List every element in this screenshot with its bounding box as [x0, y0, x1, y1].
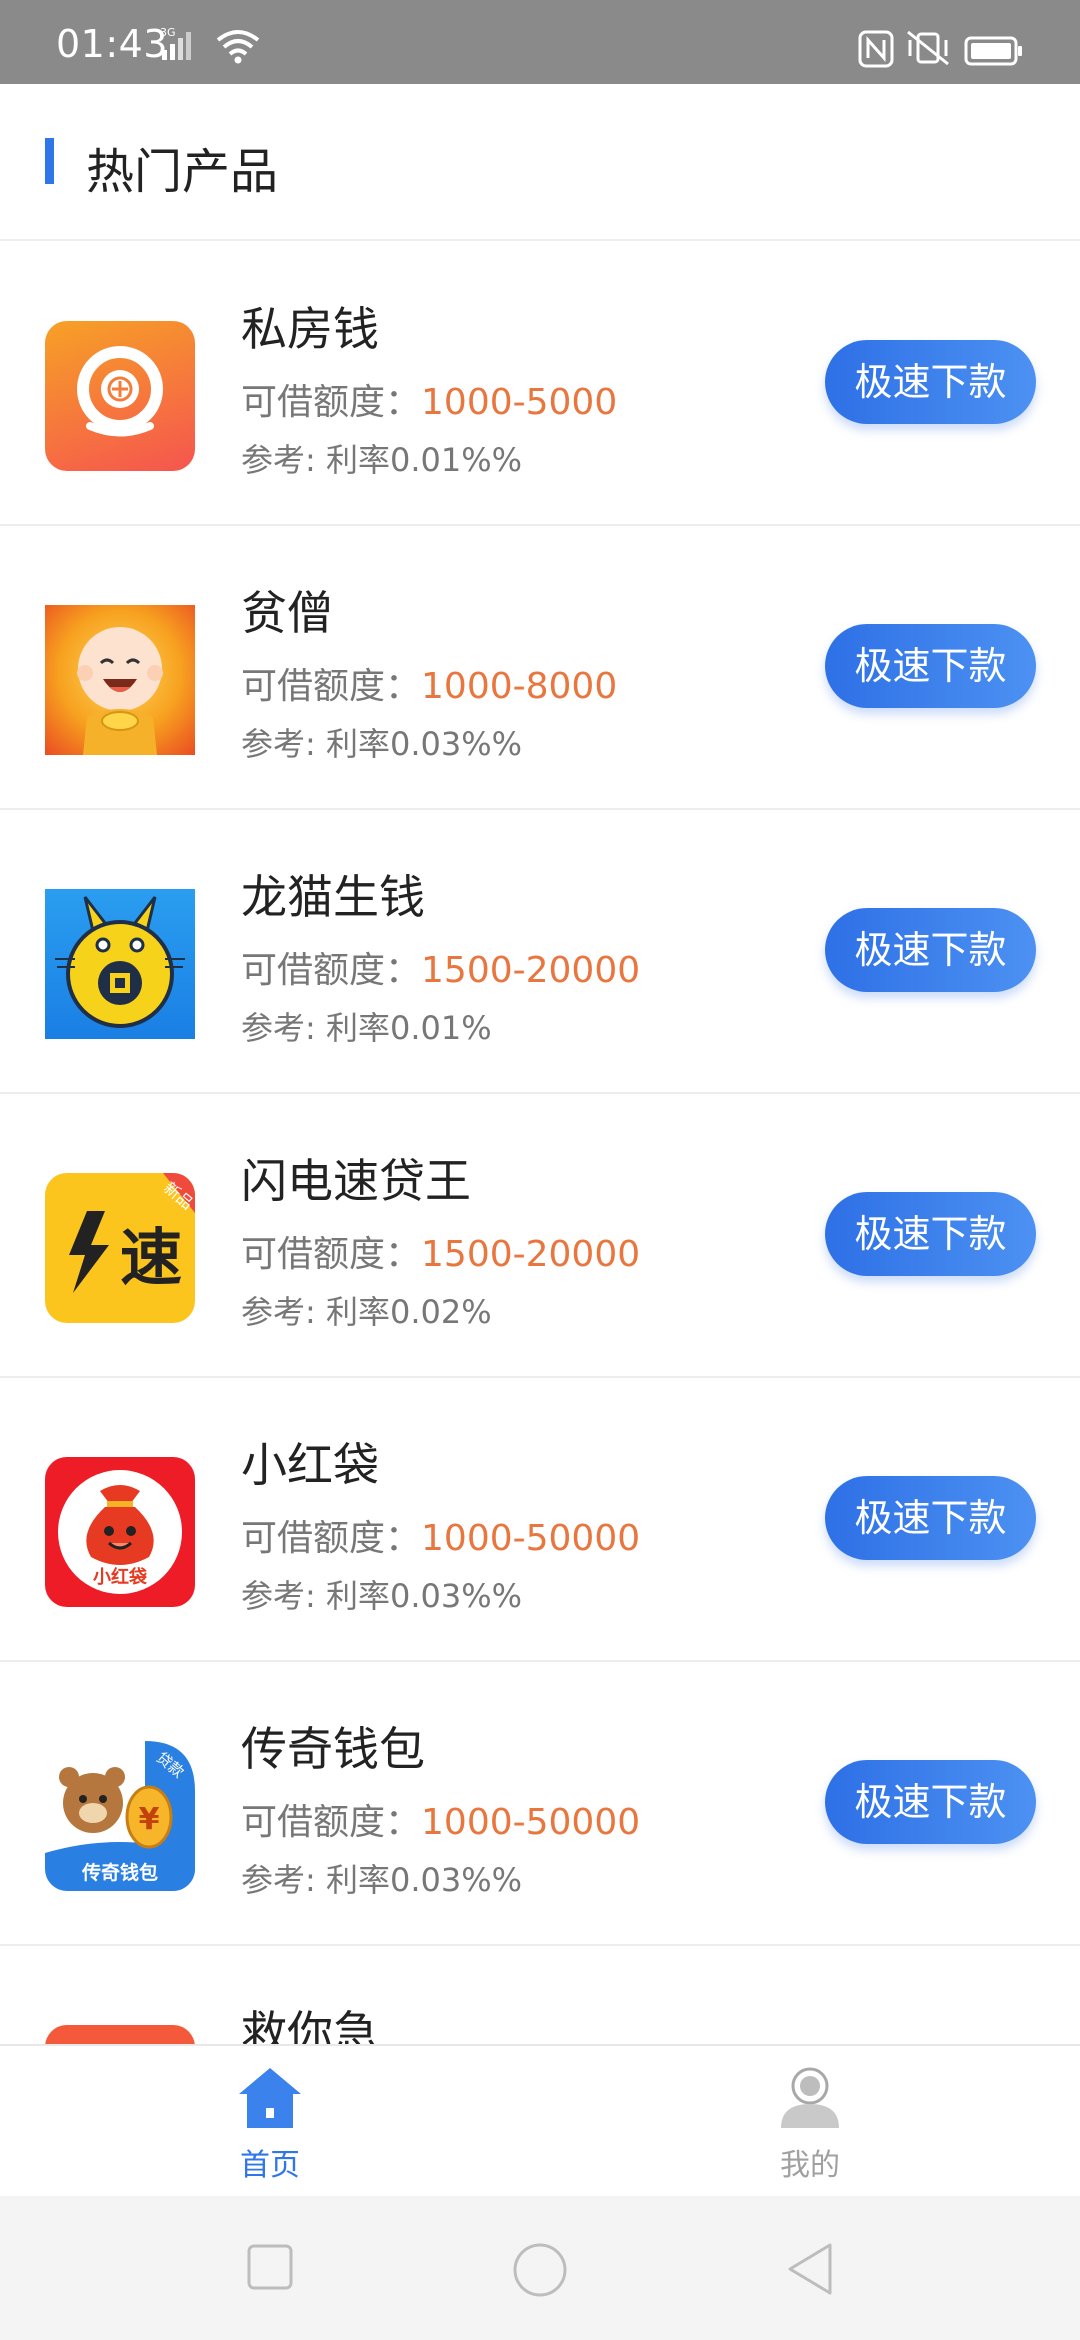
battery-icon [964, 36, 1024, 70]
product-rate: 参考: 利率0.01%% [241, 441, 523, 479]
limit-label: 可借额度： [241, 1802, 422, 1843]
product-rate: 参考: 利率0.02% [241, 1293, 492, 1331]
page-header: 热门产品 [0, 84, 1080, 241]
product-logo-chuanqi: ¥ 传奇钱包 贷款 [45, 1741, 195, 1891]
product-item[interactable]: 私房钱 可借额度：1000-5000 参考: 利率0.01%% 极速下款 [0, 241, 1080, 526]
product-name: 闪电速贷王 [241, 1154, 471, 1208]
product-logo-jiunizi [45, 2025, 195, 2044]
logo-text-su: 速 [120, 1221, 182, 1294]
limit-label: 可借额度： [241, 666, 422, 707]
product-limit: 可借额度：1500-20000 [241, 941, 640, 993]
recent-apps-icon[interactable] [247, 2244, 293, 2290]
product-limit: 可借额度：1000-50000 [241, 1793, 640, 1845]
limit-label: 可借额度： [241, 1234, 422, 1275]
fast-loan-button[interactable]: 极速下款 [825, 1192, 1036, 1276]
product-item[interactable]: 小红袋 小红袋 可借额度：1000-50000 参考: 利率0.03%% 极速下… [0, 1377, 1080, 1662]
limit-amount: 1000-50000 [421, 1518, 641, 1559]
product-limit: 可借额度：1000-8000 [241, 657, 617, 709]
limit-amount: 1500-20000 [421, 1234, 641, 1275]
product-name: 救你急 [241, 2006, 379, 2044]
header-accent-bar [45, 138, 54, 184]
product-item[interactable]: 救你急 [0, 1945, 1080, 2044]
product-rate: 参考: 利率0.03%% [241, 1861, 523, 1899]
product-item[interactable]: 贫僧 可借额度：1000-8000 参考: 利率0.03%% 极速下款 [0, 525, 1080, 810]
tab-profile[interactable]: 我的 [710, 2064, 910, 2184]
red-bag-icon: 小红袋 [58, 1470, 182, 1594]
home-icon [239, 2068, 301, 2128]
fast-loan-button[interactable]: 极速下款 [825, 908, 1036, 992]
product-rate: 参考: 利率0.03%% [241, 1577, 523, 1615]
tab-label: 我的 [780, 2148, 840, 2183]
logo-text-xiaohongdai: 小红袋 [93, 1566, 148, 1588]
product-rate: 参考: 利率0.01% [241, 1009, 492, 1047]
product-item[interactable]: 速 新品 闪电速贷王 可借额度：1500-20000 参考: 利率0.02% 极… [0, 1093, 1080, 1378]
limit-amount: 1000-5000 [421, 382, 618, 423]
product-limit: 可借额度：1500-20000 [241, 1225, 640, 1277]
product-logo-longmao [45, 889, 195, 1039]
status-time: 01:43 [56, 22, 169, 66]
page-title: 热门产品 [86, 144, 279, 200]
bottom-tab-bar: 首页 我的 [0, 2044, 1080, 2198]
limit-label: 可借额度： [241, 950, 422, 991]
fast-loan-button[interactable]: 极速下款 [825, 340, 1036, 424]
product-name: 私房钱 [241, 302, 379, 356]
system-navigation-bar [0, 2196, 1080, 2340]
tab-home[interactable]: 首页 [170, 2064, 370, 2184]
product-rate: 参考: 利率0.03%% [241, 725, 523, 763]
signal-icon: 3G [160, 24, 200, 68]
product-limit: 可借额度：1000-50000 [241, 1509, 640, 1561]
limit-amount: 1500-20000 [421, 950, 641, 991]
product-logo-sifangqian [45, 321, 195, 471]
product-name: 小红袋 [241, 1438, 379, 1492]
monk-mascot-icon [77, 627, 163, 755]
limit-label: 可借额度： [241, 1518, 422, 1559]
profile-icon [781, 2067, 839, 2128]
fast-loan-button[interactable]: 极速下款 [825, 1760, 1036, 1844]
bear-mascot-icon: ¥ 传奇钱包 贷款 [45, 1741, 195, 1891]
tab-label: 首页 [240, 2148, 300, 2183]
product-logo-pinseng [45, 605, 195, 755]
fast-loan-button[interactable]: 极速下款 [825, 624, 1036, 708]
product-name: 龙猫生钱 [241, 870, 425, 924]
logo-text-chuanqi: 传奇钱包 [81, 1861, 158, 1884]
svg-text:¥: ¥ [139, 1802, 160, 1837]
back-icon[interactable] [786, 2242, 834, 2296]
coin-icon [77, 346, 163, 437]
limit-label: 可借额度： [241, 382, 422, 423]
product-name: 贫僧 [241, 586, 333, 640]
wifi-icon [214, 28, 262, 68]
limit-amount: 1000-50000 [421, 1802, 641, 1843]
lightning-icon: 速 新品 [69, 1173, 195, 1294]
product-item[interactable]: 龙猫生钱 可借额度：1500-20000 参考: 利率0.01% 极速下款 [0, 809, 1080, 1094]
mute-vibrate-icon [904, 28, 952, 72]
product-logo-xiaohongdai: 小红袋 [45, 1457, 195, 1607]
status-bar: 01:43 3G [0, 0, 1080, 84]
product-item[interactable]: ¥ 传奇钱包 贷款 传奇钱包 可借额度：1000-50000 参考: 利率0.0… [0, 1661, 1080, 1946]
product-logo-shandian: 速 新品 [45, 1173, 195, 1323]
totoro-coin-icon [55, 896, 185, 1028]
nfc-icon [858, 30, 894, 72]
network-type: 3G [160, 26, 176, 39]
limit-amount: 1000-8000 [421, 666, 618, 707]
product-name: 传奇钱包 [241, 1722, 425, 1776]
product-limit: 可借额度：1000-5000 [241, 373, 617, 425]
home-circle-icon[interactable] [512, 2242, 568, 2298]
fast-loan-button[interactable]: 极速下款 [825, 1476, 1036, 1560]
product-list[interactable]: 私房钱 可借额度：1000-5000 参考: 利率0.01%% 极速下款 贫僧 … [0, 241, 1080, 2044]
